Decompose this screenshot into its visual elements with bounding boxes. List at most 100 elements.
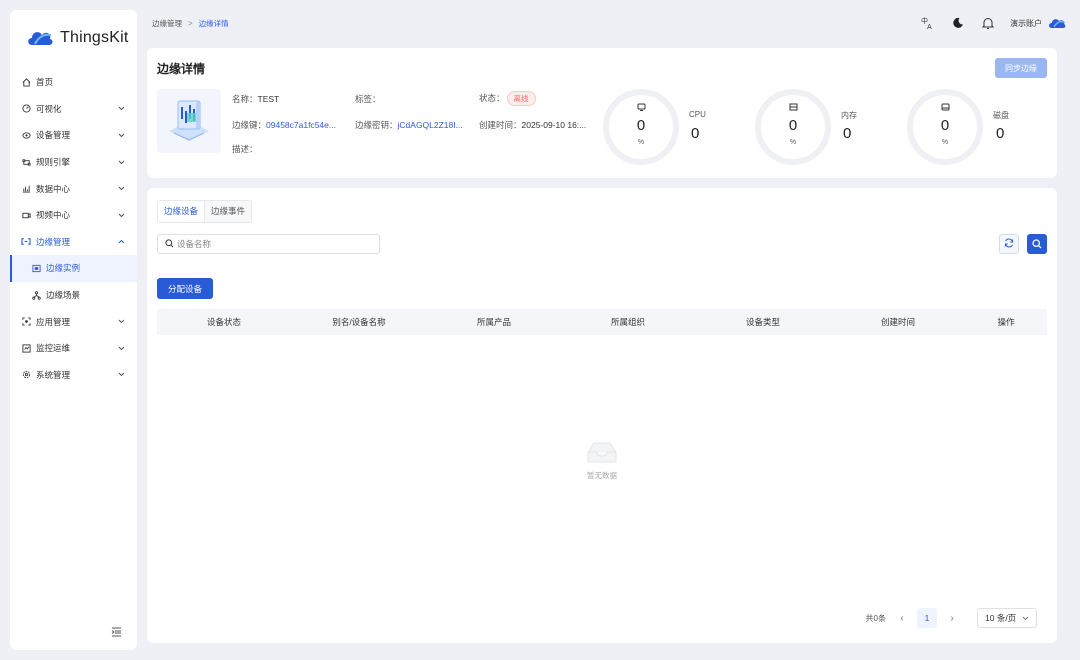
status-badge: 离线 (506, 91, 536, 106)
account-name[interactable]: 演示账户 (1010, 18, 1042, 29)
column-alias-device-name[interactable]: 别名/设备名称 (291, 316, 427, 328)
scene-icon (30, 289, 42, 301)
dark-mode-icon[interactable] (950, 15, 966, 31)
logo-text: ThingsKit (60, 29, 129, 46)
breadcrumb-current: 边缘详情 (198, 19, 229, 28)
translate-icon[interactable]: 中A (920, 15, 936, 31)
table-header: 设备状态 别名/设备名称 所属产品 所属组织 设备类型 创建时间 操作 (157, 309, 1047, 335)
device-name-search-input[interactable] (177, 239, 367, 249)
edge-image (157, 89, 221, 153)
sidebar-item-visualization[interactable]: 可视化 (10, 96, 137, 123)
chevron-down-icon (117, 158, 125, 166)
sidebar-item-app-management[interactable]: 应用管理 (10, 308, 137, 335)
sidebar-item-edge-instance[interactable]: 边缘实例 (10, 255, 137, 282)
memory-gauge: 0 % (755, 89, 831, 165)
edge-tags: 标签： (355, 93, 381, 105)
sidebar-item-label: 边缘实例 (46, 263, 81, 274)
empty-text: 暂无数据 (587, 471, 617, 480)
edge-devices-card: 边缘设备 边缘事件 分配设备 设备状态 别名/设备名称 所属产品 所属组织 设备… (147, 188, 1057, 643)
memory-icon (755, 103, 831, 111)
gauge-value: 0 (940, 117, 950, 134)
edge-detail-card: 边缘详情 同步边缘 名称：TEST 标签： 状态： 离线 边缘键：09458c7a… (147, 48, 1057, 178)
logo[interactable]: ThingsKit (10, 10, 137, 66)
cpu-value: 0 (691, 125, 700, 142)
sidebar-item-home[interactable]: 首页 (10, 69, 137, 96)
settings-icon (20, 369, 32, 381)
disk-value: 0 (996, 125, 1005, 142)
refresh-button[interactable] (999, 234, 1019, 254)
edge-secret-value[interactable]: jCdAGQL2Z18I... (398, 120, 463, 130)
column-organization[interactable]: 所属组织 (561, 316, 695, 328)
memory-value: 0 (843, 125, 852, 142)
empty-state: 暂无数据 (147, 440, 1057, 481)
edge-icon (20, 236, 32, 248)
edge-secret: 边缘密钥：jCdAGQL2Z18I... (355, 119, 463, 131)
refresh-icon (1004, 238, 1014, 250)
sidebar-item-edge-management[interactable]: 边缘管理 (10, 229, 137, 256)
edge-key-value[interactable]: 09458c7a1fc54e... (266, 120, 336, 130)
sidebar-item-label: 视频中心 (36, 210, 71, 221)
video-icon (20, 209, 32, 221)
monitor-icon (20, 342, 32, 354)
header-toolbar: 中A 演示账户 (906, 14, 1066, 32)
breadcrumb-item[interactable]: 边缘管理 (152, 18, 182, 29)
page-number[interactable]: 1 (917, 608, 937, 628)
sidebar-item-label: 系统管理 (36, 369, 71, 380)
sidebar-item-label: 监控运维 (36, 343, 71, 354)
sidebar-item-device-management[interactable]: 设备管理 (10, 122, 137, 149)
chevron-down-icon (117, 211, 125, 219)
sidebar-item-label: 应用管理 (36, 316, 71, 327)
page-title: 边缘详情 (157, 62, 206, 76)
avatar[interactable] (1048, 16, 1066, 30)
page-size-select[interactable]: 10 条/页 (977, 608, 1037, 628)
column-device-type[interactable]: 设备类型 (695, 316, 831, 328)
chevron-down-icon (1022, 613, 1029, 623)
assign-device-button[interactable]: 分配设备 (157, 278, 213, 299)
edge-status: 状态： 离线 (479, 91, 536, 106)
tab-bar: 边缘设备 边缘事件 (157, 200, 253, 223)
chevron-down-icon (117, 371, 125, 379)
sidebar-item-system-management[interactable]: 系统管理 (10, 362, 137, 389)
sidebar-item-rule-engine[interactable]: 规则引擎 (10, 149, 137, 176)
disk-icon (907, 103, 983, 111)
gauge-value: 0 (636, 117, 646, 134)
sidebar-item-data-center[interactable]: 数据中心 (10, 175, 137, 202)
chevron-down-icon (117, 344, 125, 352)
pagination: 共0条 ‹ 1 › 10 条/页 (866, 608, 1037, 628)
sidebar-item-monitoring[interactable]: 监控运维 (10, 335, 137, 362)
column-device-status[interactable]: 设备状态 (157, 316, 291, 328)
sidebar-item-label: 首页 (36, 77, 54, 88)
column-created-time[interactable]: 创建时间 (831, 316, 965, 328)
chart-icon (20, 183, 32, 195)
tab-edge-events[interactable]: 边缘事件 (205, 201, 252, 222)
next-page-icon[interactable]: › (944, 610, 960, 626)
page-size-value: 10 条/页 (985, 613, 1017, 623)
cloud-logo-icon (26, 27, 54, 49)
notification-bell-icon[interactable] (980, 15, 996, 31)
sidebar: ThingsKit 首页 可视化 设备管理 规则引擎 数据中心 视频中心 边缘管… (10, 10, 137, 650)
sync-edge-button[interactable]: 同步边缘 (995, 58, 1047, 78)
sidebar-item-edge-scene[interactable]: 边缘场景 (10, 282, 137, 309)
description-label: 描述： (232, 144, 258, 154)
gauge-unit: % (941, 139, 949, 146)
column-product[interactable]: 所属产品 (427, 316, 561, 328)
edge-description: 描述： (232, 143, 258, 155)
empty-box-icon (586, 440, 618, 466)
search-button[interactable] (1027, 234, 1047, 254)
created-value: 2025-09-10 16:... (521, 120, 587, 130)
tab-edge-devices[interactable]: 边缘设备 (158, 201, 206, 222)
name-label: 名称： (232, 94, 258, 104)
prev-page-icon[interactable]: ‹ (894, 610, 910, 626)
sidebar-item-label: 数据中心 (36, 183, 71, 194)
gauge-value: 0 (788, 117, 798, 134)
dashboard-icon (20, 103, 32, 115)
breadcrumb: 边缘管理 > 边缘详情 (152, 18, 229, 29)
collapse-sidebar-icon[interactable] (108, 624, 124, 640)
search-icon (165, 238, 174, 250)
instance-icon (30, 262, 42, 274)
sidebar-item-video-center[interactable]: 视频中心 (10, 202, 137, 229)
gauge-unit: % (789, 139, 797, 146)
sidebar-menu: 首页 可视化 设备管理 规则引擎 数据中心 视频中心 边缘管理 边缘实例 边缘场… (10, 69, 137, 388)
tag-label: 标签： (355, 94, 381, 104)
chevron-down-icon (117, 131, 125, 139)
